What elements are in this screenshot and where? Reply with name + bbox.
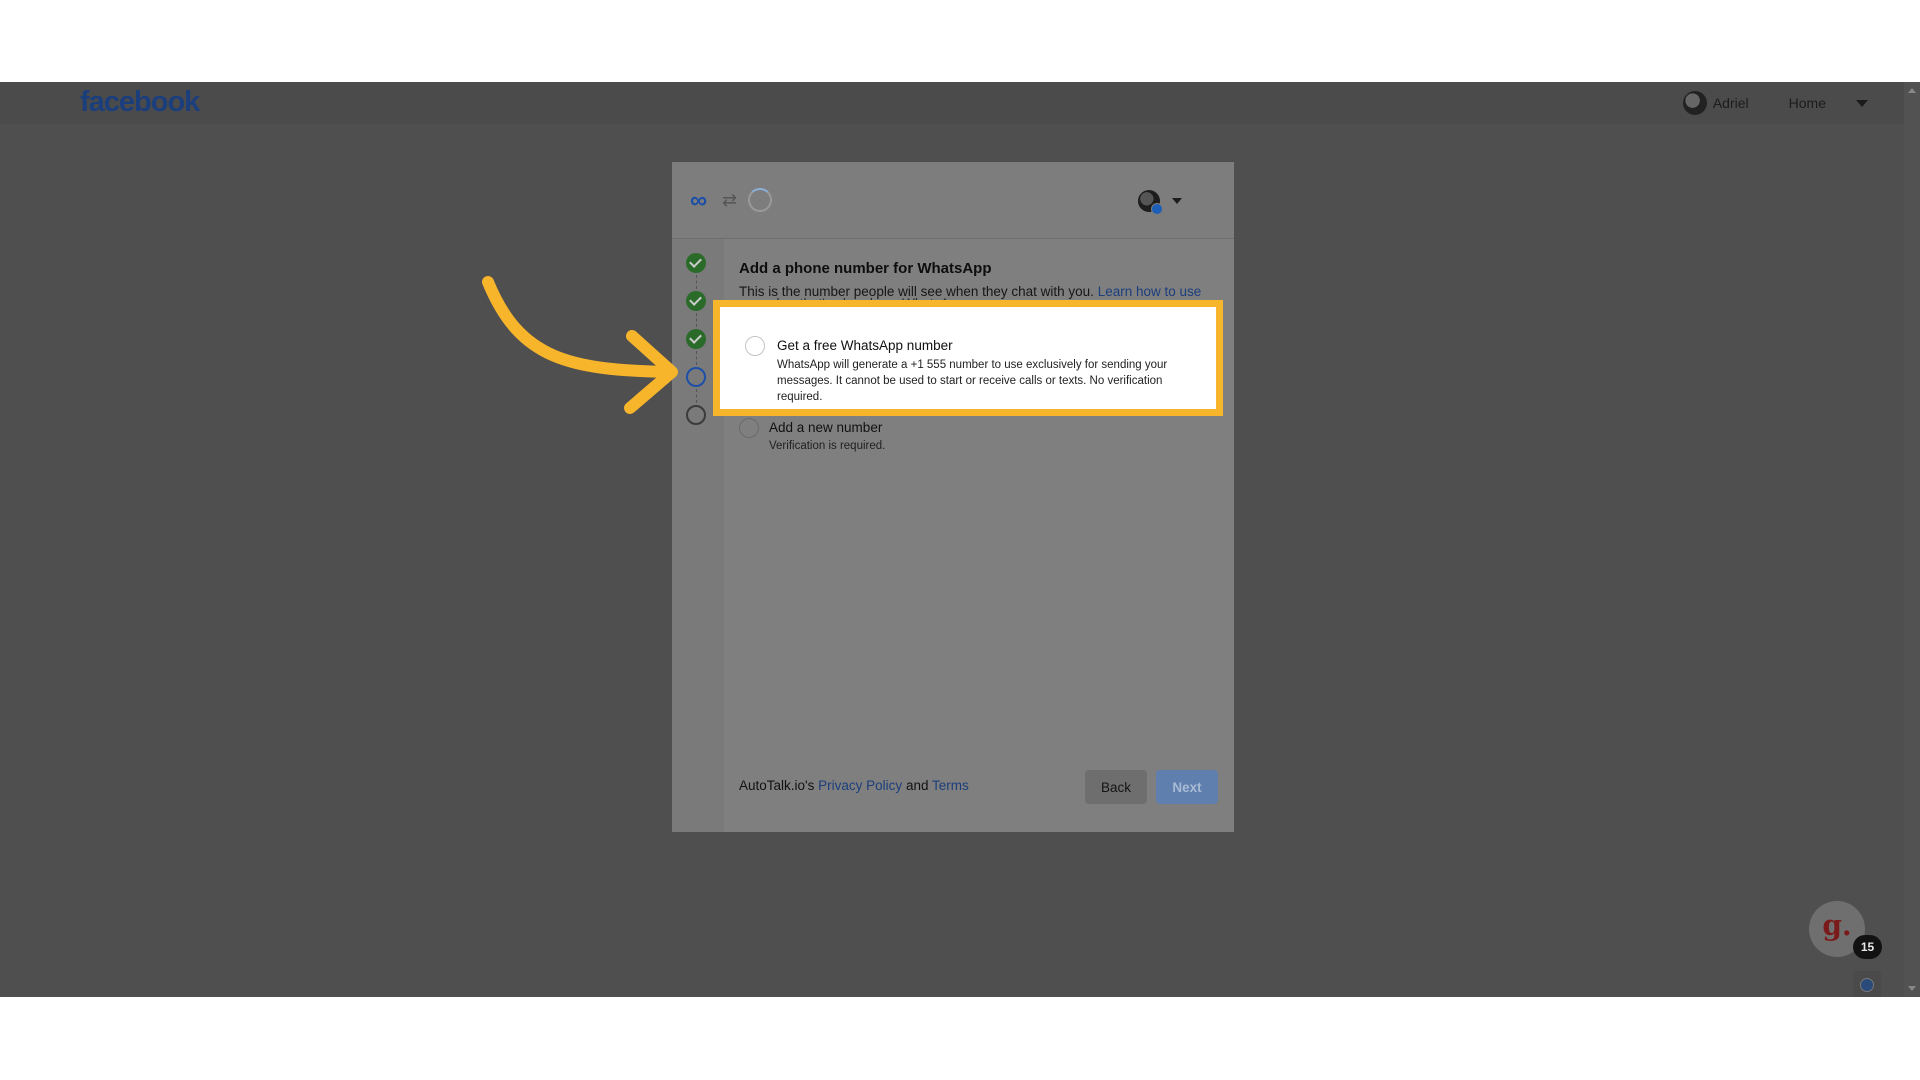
option-description: Verification is required.	[769, 440, 886, 452]
step-connector	[696, 275, 697, 289]
language-button[interactable]	[1853, 971, 1881, 997]
facebook-badge-icon	[1151, 203, 1163, 215]
user-avatar[interactable]	[1682, 91, 1707, 115]
option-add-new-number[interactable]: Add a new number Verification is require…	[739, 418, 1219, 458]
dialog-footer: AutoTalk.io's Privacy Policy and Terms B…	[739, 770, 1219, 804]
highlighted-option-free-number[interactable]: Get a free WhatsApp number WhatsApp will…	[713, 300, 1223, 416]
privacy-policy-link[interactable]: Privacy Policy	[818, 778, 902, 793]
meta-logo-icon: ∞	[690, 187, 708, 214]
radio-free-number[interactable]	[745, 336, 765, 356]
notification-count-badge: 15	[1853, 935, 1882, 959]
scroll-down-icon[interactable]	[1908, 986, 1916, 991]
option-description: WhatsApp will generate a +1 555 number t…	[777, 359, 1168, 403]
user-name[interactable]: Adriel	[1713, 95, 1749, 111]
option-title: Add a new number	[769, 420, 883, 435]
option-title: Get a free WhatsApp number	[777, 338, 953, 353]
footer-legal-text: AutoTalk.io's Privacy Policy and Terms	[739, 778, 969, 793]
header-right: Adriel Home	[1682, 82, 1868, 124]
step-connector	[696, 313, 697, 327]
radio-add-new-number[interactable]	[739, 418, 759, 438]
account-avatar[interactable]	[1138, 190, 1163, 215]
step-connector	[696, 351, 697, 365]
scroll-up-icon[interactable]	[1908, 88, 1916, 93]
dialog-title: Add a phone number for WhatsApp	[739, 260, 992, 277]
loading-spinner-icon	[748, 188, 772, 212]
facebook-header: facebook Adriel Home	[0, 82, 1904, 124]
next-button[interactable]: Next	[1156, 770, 1218, 804]
tutorial-arrow-icon	[482, 276, 678, 414]
learn-how-link[interactable]: Learn how to use	[1098, 284, 1202, 299]
connect-arrows-icon: ⇄	[722, 190, 738, 210]
whatsapp-signup-dialog: ∞ ⇄ Add a phone number for WhatsApp This…	[672, 162, 1234, 832]
facebook-logo[interactable]: facebook	[80, 86, 200, 119]
account-caret-icon[interactable]	[1172, 198, 1182, 204]
account-menu-caret-icon[interactable]	[1856, 99, 1868, 107]
app-screen: facebook Adriel Home ∞ ⇄ Add a phone num…	[0, 82, 1920, 997]
page-scrollbar[interactable]	[1904, 82, 1920, 997]
back-button[interactable]: Back	[1085, 770, 1147, 804]
dialog-header: ∞ ⇄	[672, 162, 1234, 239]
terms-link[interactable]: Terms	[932, 778, 969, 793]
step-connector	[696, 389, 697, 403]
globe-icon	[1860, 978, 1874, 992]
home-link[interactable]: Home	[1789, 95, 1826, 111]
